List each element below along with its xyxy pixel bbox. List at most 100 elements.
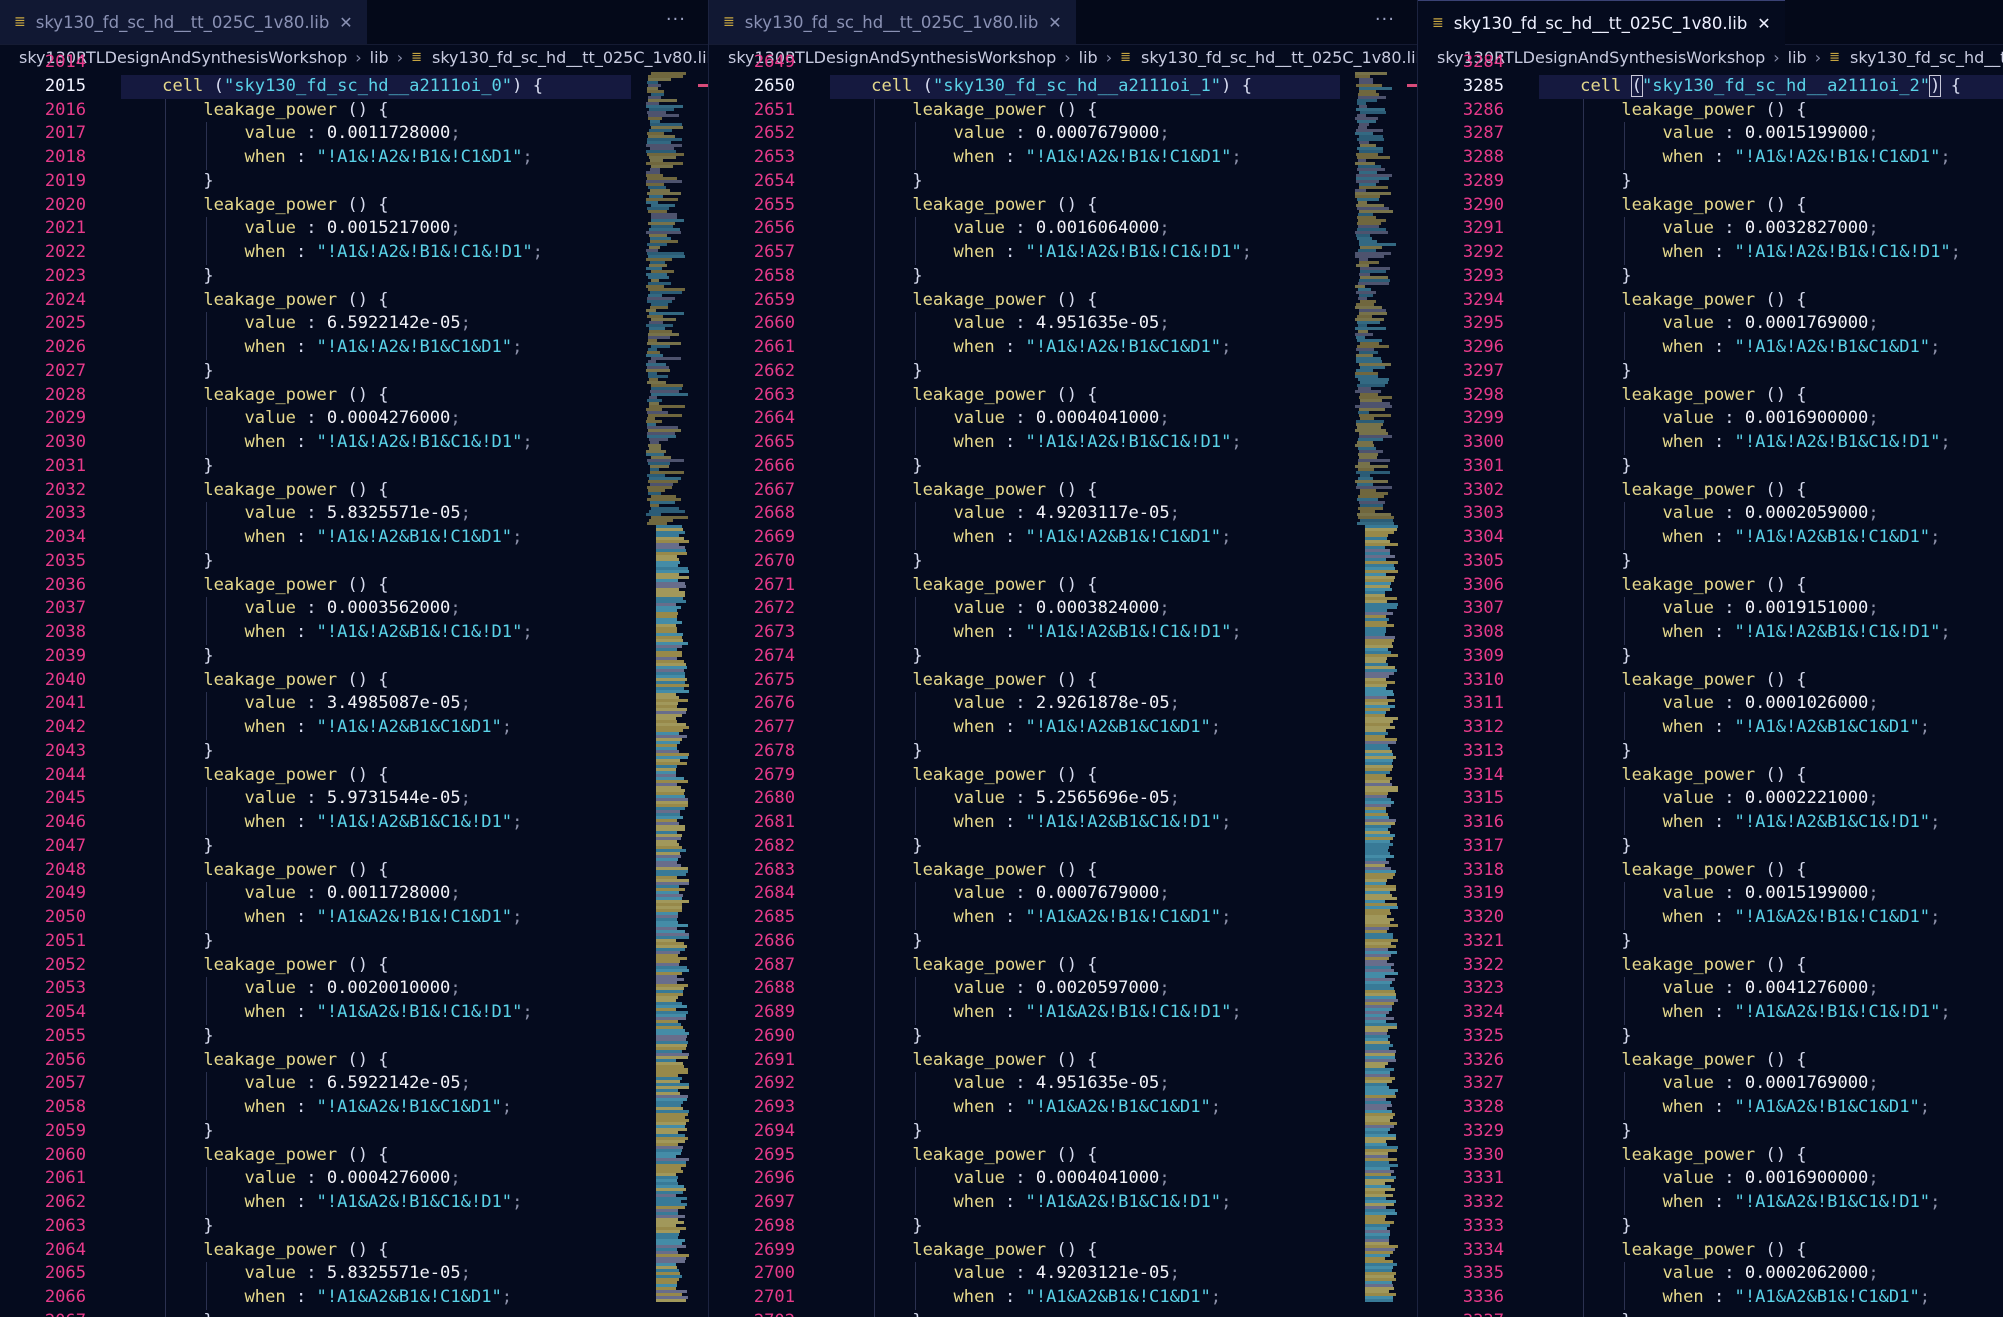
minimap[interactable] [646,72,708,1317]
code-line[interactable]: 2050 when : "!A1&A2&!B1&!C1&D1"; [0,906,708,930]
code-line[interactable]: 2036 leakage_power () { [0,573,708,598]
code-line[interactable]: 3307 value : 0.0019151000; [1418,597,2003,621]
code-line[interactable]: 3314 leakage_power () { [1418,763,2003,788]
code-line[interactable]: 2683 leakage_power () { [709,858,1417,883]
code-line[interactable]: 3326 leakage_power () { [1418,1048,2003,1073]
code-line[interactable]: 2696 value : 0.0004041000; [709,1167,1417,1191]
editor-tab-active[interactable]: ≣ sky130_fd_sc_hd__tt_025C_1v80.lib ✕ [1418,0,1785,45]
code-line[interactable]: 2686 } [709,929,1417,954]
code-line[interactable]: 3335 value : 0.0002062000; [1418,1262,2003,1286]
code-line[interactable]: 2691 leakage_power () { [709,1048,1417,1073]
code-line[interactable]: 3323 value : 0.0041276000; [1418,977,2003,1001]
code-line[interactable]: 2058 when : "!A1&A2&!B1&C1&D1"; [0,1096,708,1120]
code-line[interactable]: 3300 when : "!A1&!A2&!B1&C1&!D1"; [1418,431,2003,455]
code-line[interactable]: 3315 value : 0.0002221000; [1418,787,2003,811]
code-line[interactable]: 3288 when : "!A1&!A2&!B1&!C1&D1"; [1418,146,2003,170]
code-line[interactable]: 2019 } [0,169,708,194]
code-line[interactable]: 2689 when : "!A1&A2&!B1&!C1&!D1"; [709,1001,1417,1025]
code-line[interactable]: 2028 leakage_power () { [0,383,708,408]
code-line[interactable]: 2654 } [709,169,1417,194]
code-line[interactable]: 2060 leakage_power () { [0,1143,708,1168]
code-line[interactable]: 2025 value : 6.5922142e-05; [0,312,708,336]
code-line[interactable]: 2681 when : "!A1&!A2&B1&C1&!D1"; [709,811,1417,835]
code-line[interactable]: 2698 } [709,1214,1417,1239]
code-line[interactable]: 2039 } [0,644,708,669]
code-line[interactable]: 2064 leakage_power () { [0,1238,708,1263]
code-line[interactable]: 3331 value : 0.0016900000; [1418,1167,2003,1191]
editor-pane-3[interactable]: ≣ sky130_fd_sc_hd__tt_025C_1v80.lib ✕ sk… [1418,0,2003,1317]
code-line[interactable]: 2017 value : 0.0011728000; [0,122,708,146]
code-line[interactable]: 2056 leakage_power () { [0,1048,708,1073]
code-line[interactable]: 3311 value : 0.0001026000; [1418,692,2003,716]
code-line[interactable]: 3327 value : 0.0001769000; [1418,1072,2003,1096]
code-line[interactable]: 2023 } [0,264,708,289]
code-line[interactable]: 2668 value : 4.9203117e-05; [709,502,1417,526]
code-line[interactable]: 2679 leakage_power () { [709,763,1417,788]
code-line[interactable]: 3298 leakage_power () { [1418,383,2003,408]
code-line[interactable]: 2675 leakage_power () { [709,668,1417,693]
code-line[interactable]: 2677 when : "!A1&!A2&B1&C1&D1"; [709,716,1417,740]
code-line[interactable]: 2063 } [0,1214,708,1239]
code-line[interactable]: 3304 when : "!A1&!A2&B1&!C1&D1"; [1418,526,2003,550]
code-line[interactable]: 2022 when : "!A1&!A2&!B1&!C1&!D1"; [0,241,708,265]
code-line[interactable]: 3285 cell ("sky130_fd_sc_hd__a2111oi_2")… [1418,74,2003,99]
code-line[interactable]: 2656 value : 0.0016064000; [709,217,1417,241]
code-line[interactable]: 2672 value : 0.0003824000; [709,597,1417,621]
code-line[interactable]: 3293 } [1418,264,2003,289]
code-line[interactable]: 2016 leakage_power () { [0,98,708,123]
code-line[interactable]: 3318 leakage_power () { [1418,858,2003,883]
code-line[interactable]: 2649 [709,51,1417,75]
close-icon[interactable]: ✕ [1048,13,1061,32]
code-line[interactable]: 3334 leakage_power () { [1418,1238,2003,1263]
editor-tab[interactable]: ≣ sky130_fd_sc_hd__tt_025C_1v80.lib ✕ [0,0,367,44]
code-line[interactable]: 2065 value : 5.8325571e-05; [0,1262,708,1286]
code-line[interactable]: 2061 value : 0.0004276000; [0,1167,708,1191]
code-line[interactable]: 2660 value : 4.951635e-05; [709,312,1417,336]
code-line[interactable]: 2657 when : "!A1&!A2&!B1&!C1&!D1"; [709,241,1417,265]
code-line[interactable]: 3305 } [1418,549,2003,574]
code-line[interactable]: 2655 leakage_power () { [709,193,1417,218]
code-line[interactable]: 2053 value : 0.0020010000; [0,977,708,1001]
code-line[interactable]: 2035 } [0,549,708,574]
code-line[interactable]: 2051 } [0,929,708,954]
code-line[interactable]: 2667 leakage_power () { [709,478,1417,503]
code-line[interactable]: 2685 when : "!A1&A2&!B1&!C1&D1"; [709,906,1417,930]
code-line[interactable]: 2049 value : 0.0011728000; [0,882,708,906]
code-line[interactable]: 3309 } [1418,644,2003,669]
code-line[interactable]: 2695 leakage_power () { [709,1143,1417,1168]
code-line[interactable]: 2024 leakage_power () { [0,288,708,313]
code-line[interactable]: 3320 when : "!A1&A2&!B1&!C1&D1"; [1418,906,2003,930]
code-line[interactable]: 2671 leakage_power () { [709,573,1417,598]
code-line[interactable]: 3313 } [1418,739,2003,764]
code-line[interactable]: 3291 value : 0.0032827000; [1418,217,2003,241]
code-line[interactable]: 2044 leakage_power () { [0,763,708,788]
code-line[interactable]: 2700 value : 4.9203121e-05; [709,1262,1417,1286]
code-line[interactable]: 2045 value : 5.9731544e-05; [0,787,708,811]
code-line[interactable]: 2066 when : "!A1&A2&B1&!C1&D1"; [0,1286,708,1310]
code-line[interactable]: 2701 when : "!A1&A2&B1&!C1&D1"; [709,1286,1417,1310]
code-line[interactable]: 2040 leakage_power () { [0,668,708,693]
code-line[interactable]: 2676 value : 2.9261878e-05; [709,692,1417,716]
code-line[interactable]: 3297 } [1418,359,2003,384]
code-line[interactable]: 3289 } [1418,169,2003,194]
code-line[interactable]: 3329 } [1418,1119,2003,1144]
code-line[interactable]: 3322 leakage_power () { [1418,953,2003,978]
code-view[interactable]: 2649 2650 cell ("sky130_fd_sc_hd__a2111oi… [709,52,1417,1317]
code-line[interactable]: 3325 } [1418,1024,2003,1049]
code-line[interactable]: 2047 } [0,834,708,859]
code-line[interactable]: 2038 when : "!A1&!A2&B1&!C1&!D1"; [0,621,708,645]
code-line[interactable]: 2687 leakage_power () { [709,953,1417,978]
code-line[interactable]: 3312 when : "!A1&!A2&B1&C1&D1"; [1418,716,2003,740]
code-line[interactable]: 3321 } [1418,929,2003,954]
code-line[interactable]: 2699 leakage_power () { [709,1238,1417,1263]
code-line[interactable]: 2692 value : 4.951635e-05; [709,1072,1417,1096]
code-line[interactable]: 2674 } [709,644,1417,669]
code-line[interactable]: 2697 when : "!A1&A2&!B1&C1&!D1"; [709,1191,1417,1215]
code-line[interactable]: 3332 when : "!A1&A2&!B1&C1&!D1"; [1418,1191,2003,1215]
code-line[interactable]: 2688 value : 0.0020597000; [709,977,1417,1001]
code-line[interactable]: 3302 leakage_power () { [1418,478,2003,503]
code-line[interactable]: 3319 value : 0.0015199000; [1418,882,2003,906]
close-icon[interactable]: ✕ [339,13,352,32]
code-line[interactable]: 3330 leakage_power () { [1418,1143,2003,1168]
code-line[interactable]: 2014 [0,51,708,75]
